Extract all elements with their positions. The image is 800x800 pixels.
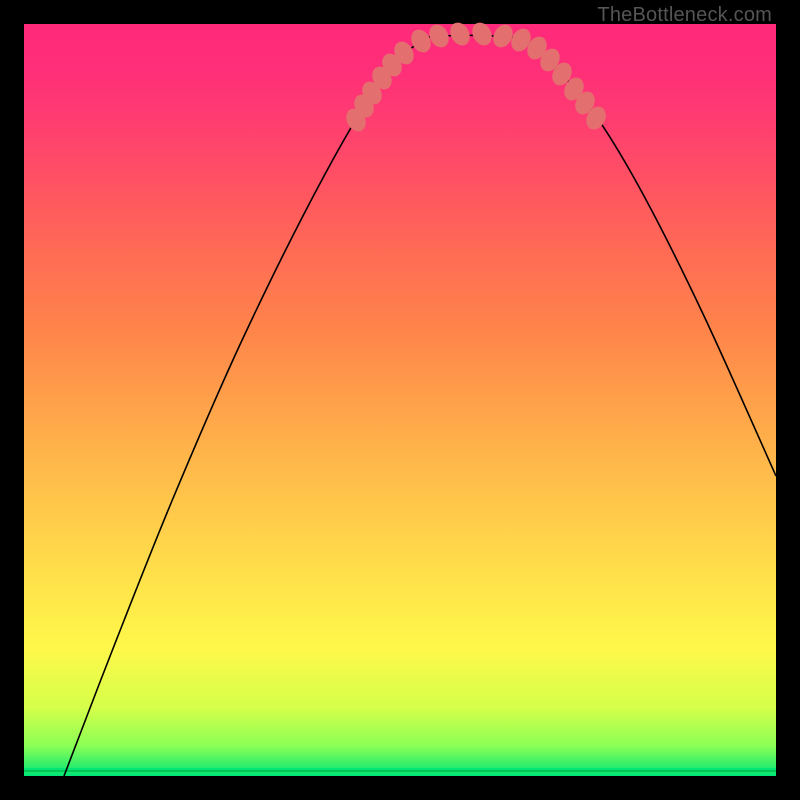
watermark-text: TheBottleneck.com — [597, 4, 772, 27]
curve-overlay — [24, 24, 776, 776]
marker-dot — [446, 19, 473, 49]
marker-dot — [468, 19, 495, 49]
chart-frame: TheBottleneck.com — [0, 0, 800, 800]
curve-markers — [342, 19, 609, 135]
bottleneck-curve — [64, 35, 776, 776]
